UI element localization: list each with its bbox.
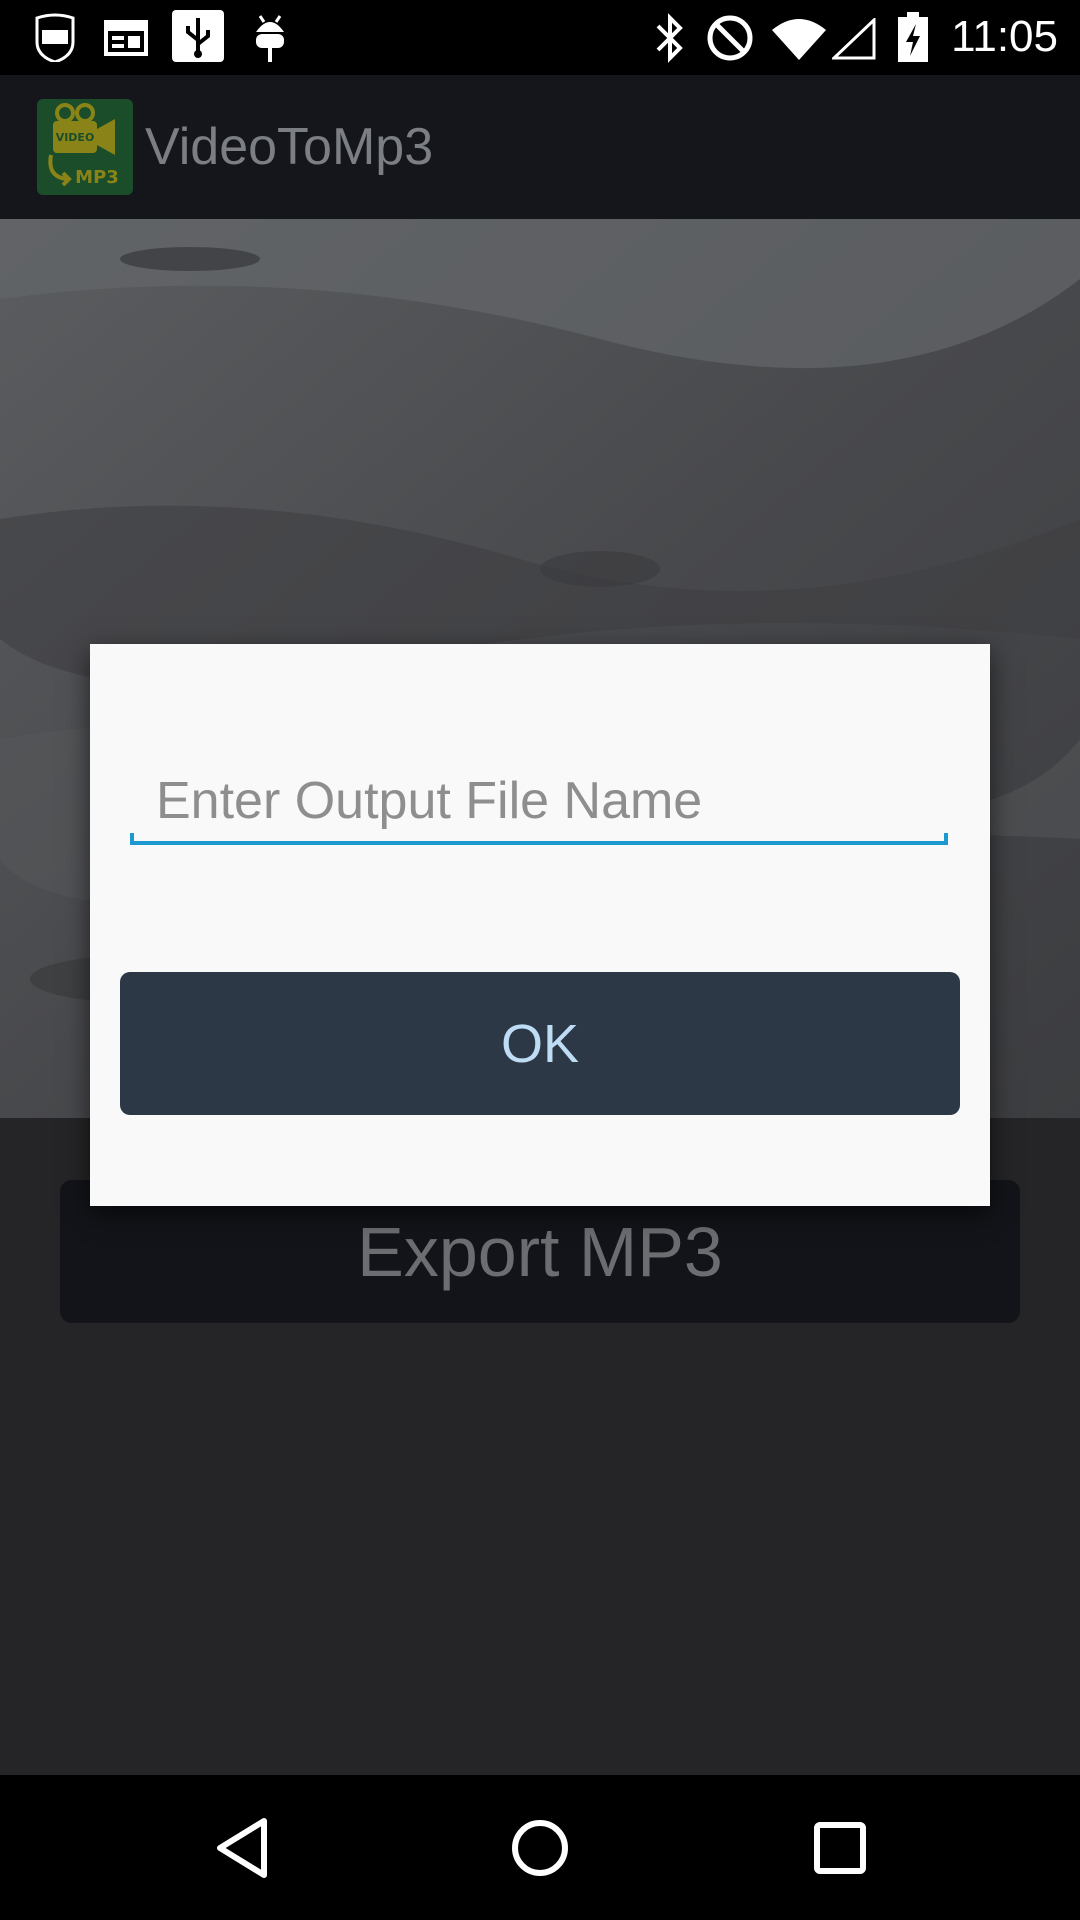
logo-video-text: VIDEO xyxy=(56,131,95,144)
android-debug-icon xyxy=(256,15,284,62)
logo-mp3-text: MP3 xyxy=(75,167,119,188)
export-mp3-label: Export MP3 xyxy=(357,1212,723,1291)
nfl-icon xyxy=(35,13,75,62)
recents-icon[interactable] xyxy=(812,1803,868,1893)
wifi-icon xyxy=(772,19,826,60)
video-camera-icon: VIDEO MP3 xyxy=(48,103,119,188)
usb-icon xyxy=(172,10,224,62)
navigation-bar xyxy=(0,1775,1080,1920)
app-bar: VIDEO MP3 VideoToMp3 xyxy=(0,75,1080,219)
do-not-disturb-icon xyxy=(707,15,753,61)
output-file-name-input[interactable] xyxy=(130,761,948,841)
home-icon[interactable] xyxy=(505,1803,575,1893)
clock: 11:05 xyxy=(951,12,1058,61)
file-name-dialog: OK xyxy=(90,644,990,1206)
status-bar: 11:05 xyxy=(0,0,1080,75)
back-icon[interactable] xyxy=(212,1803,272,1893)
bluetooth-icon xyxy=(656,13,683,63)
app-logo: VIDEO MP3 xyxy=(37,99,133,195)
signal-icon xyxy=(832,18,876,60)
ok-button[interactable]: OK xyxy=(120,972,960,1115)
news-icon xyxy=(104,20,148,56)
battery-charging-icon xyxy=(898,12,928,62)
output-file-name-field[interactable] xyxy=(130,761,948,845)
app-title: VideoToMp3 xyxy=(145,118,434,176)
ok-label: OK xyxy=(500,1013,580,1074)
